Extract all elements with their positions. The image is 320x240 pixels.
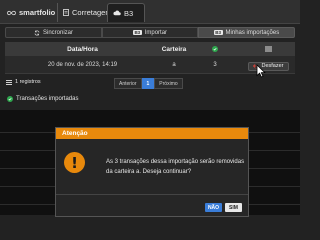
- list-icon: [265, 46, 272, 52]
- table-header: Data/Hora Carteira: [5, 42, 295, 56]
- import-icon: B3: [132, 30, 142, 35]
- tab-label: Sincronizar: [42, 29, 73, 36]
- yes-button[interactable]: SIM: [225, 203, 242, 212]
- cloud-icon: [113, 10, 121, 16]
- top-tab-bar: smartfolio Corretagem B3: [0, 0, 300, 24]
- tab-label: Minhas importações: [225, 29, 280, 36]
- infinity-icon: [7, 10, 16, 16]
- warning-icon: !: [64, 152, 85, 173]
- tab-label: smartfolio: [19, 8, 56, 17]
- sync-icon: [34, 29, 40, 36]
- records-label: 1 registros: [15, 79, 41, 85]
- tab-importar[interactable]: B3 Importar: [102, 27, 198, 38]
- imports-table: Data/Hora Carteira 20 de nov. de 2023, 1…: [5, 42, 295, 74]
- confirm-dialog: Atenção ! As 3 transações dessa importaç…: [55, 127, 249, 217]
- check-circle-icon: [7, 96, 13, 102]
- undo-button[interactable]: Desfazer: [248, 61, 289, 71]
- tab-label: Corretagem: [72, 8, 112, 17]
- column-header-wallet[interactable]: Carteira: [160, 42, 188, 56]
- no-button[interactable]: NÃO: [205, 203, 222, 212]
- pagination-prev[interactable]: Anterior: [114, 78, 142, 89]
- row-wallet: a: [172, 61, 176, 68]
- row-date: 20 de nov. de 2023, 14:19: [47, 61, 118, 68]
- list-icon: B3: [213, 30, 223, 35]
- pagination: Anterior 1 Próximo: [114, 78, 183, 89]
- column-header-actions: [242, 42, 295, 56]
- document-icon: [63, 9, 69, 16]
- column-header-date[interactable]: Data/Hora: [5, 42, 160, 56]
- pagination-page[interactable]: 1: [141, 78, 155, 89]
- row-actions: Desfazer: [242, 56, 295, 73]
- pagination-next[interactable]: Próximo: [154, 78, 183, 89]
- tab-minhas-importacoes[interactable]: B3 Minhas importações: [198, 27, 295, 38]
- tab-b3[interactable]: B3: [107, 3, 145, 22]
- divider: [56, 194, 248, 195]
- imported-status: Transações importadas: [7, 96, 78, 102]
- dialog-message: As 3 transações dessa importação serão r…: [106, 159, 245, 175]
- mouse-cursor-icon: [256, 64, 266, 78]
- imported-status-label: Transações importadas: [16, 96, 79, 102]
- list-icon: [6, 79, 12, 85]
- row-count: 3: [213, 61, 217, 68]
- tab-sincronizar[interactable]: Sincronizar: [5, 27, 102, 38]
- dialog-title: Atenção: [56, 128, 248, 139]
- records-count: 1 registros: [6, 79, 41, 85]
- table-row: 20 de nov. de 2023, 14:19 a 3 Desfazer: [5, 56, 295, 74]
- tab-smartfolio[interactable]: smartfolio: [2, 3, 60, 22]
- sub-tab-bar: Sincronizar B3 Importar B3 Minhas import…: [5, 27, 295, 38]
- check-circle-icon: [212, 46, 218, 52]
- column-header-status: [188, 42, 242, 56]
- tab-label: Importar: [144, 29, 168, 36]
- tab-label: B3: [124, 8, 134, 18]
